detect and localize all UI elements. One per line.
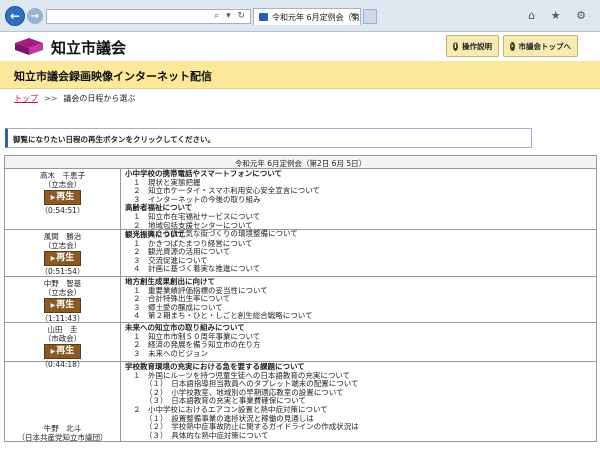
topics-cell: 未来への知立市の取り組みについて １ 知立市市制５０周年事業について ２ 経済の発展… — [121, 323, 596, 361]
topic-item: （３） 具体的な熱中症対策について — [145, 430, 269, 440]
play-button[interactable]: ▶再生 — [44, 344, 81, 359]
schedule-row: 風間 勝治 （立志会） ▶再生 （0:51:54） 観光振興について １ かきつばたまつり… — [4, 230, 597, 277]
breadcrumb-current: 議会の日程から選ぶ — [63, 94, 136, 103]
topics-cell: 小中学校の携帯電話やスマートフォンについて １ 現状と実態把握 ２ 知立市ケータイ・… — [121, 169, 596, 237]
schedule-row: 高木 千恵子 （立志会） ▶再生 （0:54:51） 小中学校の携帯電話やスマートフォン… — [4, 169, 597, 238]
speaker-cell: 山田 圭（市政会） ▶再生 （0:44:18） — [5, 323, 121, 369]
play-triangle-icon: ▶ — [50, 348, 56, 355]
play-button-label: 再生 — [56, 253, 75, 263]
breadcrumb-top-link[interactable]: トップ — [14, 94, 38, 103]
browser-tab[interactable]: 令和元年 6月定例会（第2... × — [253, 8, 361, 25]
page-banner: 知立市議会録画映像インターネット配信 — [0, 61, 600, 89]
speaker-name: 高木 千恵子 — [40, 171, 85, 180]
back-arrow-icon[interactable]: ← — [5, 6, 25, 26]
play-button-label: 再生 — [56, 300, 75, 310]
schedule-table: 令和元年 6月定例会（第2日 6月 5日） 高木 千恵子 （立志会） ▶再生 （0:5… — [4, 155, 597, 442]
info-icon: i — [453, 41, 458, 51]
page-title: 知立市議会録画映像インターネット配信 — [14, 70, 212, 83]
play-button[interactable]: ▶再生 — [44, 298, 81, 313]
address-bar[interactable]: ⌕ ▾ ↻ — [46, 9, 251, 24]
council-top-label: 市議会トップへ — [518, 41, 572, 51]
speaker-party: （立志会） — [43, 288, 82, 297]
topic-item: ３ 未来へのビジョン — [133, 348, 208, 358]
tab-close-icon[interactable]: × — [349, 11, 357, 21]
site-title[interactable]: 知立市議会 — [51, 37, 126, 58]
tab-title: 令和元年 6月定例会（第2... — [272, 13, 360, 22]
speaker-name: 山田 圭 — [47, 325, 78, 334]
speaker-party: （日本共産党知立市議団） — [17, 433, 108, 442]
instruction-text: 御覧になりたい日程の再生ボタンをクリックしてください。 — [13, 135, 216, 144]
tab-favicon-icon — [259, 13, 268, 21]
speaker-duration: （0:51:54） — [40, 267, 85, 276]
play-button-label: 再生 — [56, 192, 75, 202]
play-button[interactable]: ▶再生 — [44, 190, 81, 205]
play-button-label: 再生 — [56, 346, 75, 356]
forward-arrow-icon[interactable]: → — [27, 8, 43, 24]
speaker-cell: 牛野 北斗 （日本共産党知立市議団） — [5, 362, 121, 442]
browser-tool-icons[interactable]: ⌂ ★ ⚙ — [528, 9, 592, 22]
address-bar-icons[interactable]: ⌕ ▾ ↻ — [214, 11, 247, 21]
help-button-label: 操作説明 — [462, 41, 492, 51]
speaker-duration: （1:11:43） — [40, 314, 85, 323]
help-button[interactable]: i 操作説明 — [446, 35, 499, 57]
topics-cell: 観光振興について １ かきつばたまつり経営について ２ 観光資源の活用について ３ 交… — [121, 230, 596, 276]
speaker-cell: 中野 智基 （立志会） ▶再生 （1:11:43） — [5, 277, 121, 323]
browser-toolbar: ← → ⌕ ▾ ↻ 令和元年 6月定例会（第2... × ⌂ ★ ⚙ — [0, 0, 600, 32]
topics-cell: 学校教育環境の充実における急を要する課題について １ 外国にルーツを持つ児童生徒へ… — [121, 362, 596, 441]
speaker-cell: 風間 勝治 （立志会） ▶再生 （0:51:54） — [5, 230, 121, 276]
schedule-row: 中野 智基 （立志会） ▶再生 （1:11:43） 地方創生成果創出に向けて １ 重要業績… — [4, 277, 597, 323]
breadcrumb: トップ >> 議会の日程から選ぶ — [14, 93, 135, 104]
schedule-rows: 高木 千恵子 （立志会） ▶再生 （0:54:51） 小中学校の携帯電話やスマートフォン… — [4, 169, 597, 442]
speaker-party: （立志会） — [43, 180, 82, 189]
new-tab-button[interactable] — [363, 9, 377, 24]
topics-cell: 地方創生成果創出に向けて １ 重要業績評価指標の妥当性について ２ 合計特殊出生率に… — [121, 277, 596, 322]
schedule-row: 牛野 北斗 （日本共産党知立市議団） 学校教育環境の充実における急を要する課題につい… — [4, 362, 597, 442]
speaker-cell: 高木 千恵子 （立志会） ▶再生 （0:54:51） — [5, 169, 121, 229]
breadcrumb-separator: >> — [44, 94, 58, 103]
topic-item: ３ インターネットの今後の取り組み — [133, 194, 261, 204]
play-triangle-icon: ▶ — [50, 255, 56, 262]
speaker-name: 牛野 北斗 — [43, 424, 82, 433]
site-header: 知立市議会 i 操作説明 › 市議会トップへ — [0, 32, 600, 59]
topic-item: ４ 計画に基づく着実な推進について — [133, 264, 261, 274]
speaker-name: 風間 勝治 — [43, 232, 82, 241]
speaker-party: （市政会） — [43, 334, 82, 343]
speaker-duration: （0:54:51） — [40, 206, 85, 215]
schedule-row: 山田 圭（市政会） ▶再生 （0:44:18） 未来への知立市の取り組みについて １ 知… — [4, 323, 597, 369]
session-heading: 令和元年 6月定例会（第2日 6月 5日） — [4, 155, 597, 169]
council-top-button[interactable]: › 市議会トップへ — [503, 35, 578, 57]
arrow-icon: › — [510, 41, 515, 51]
instruction-box: 御覧になりたい日程の再生ボタンをクリックしてください。 — [5, 128, 532, 148]
speaker-name: 中野 智基 — [43, 279, 82, 288]
play-triangle-icon: ▶ — [50, 302, 56, 309]
play-button[interactable]: ▶再生 — [44, 251, 81, 266]
play-triangle-icon: ▶ — [50, 194, 56, 201]
speaker-party: （立志会） — [43, 241, 82, 250]
topic-item: ４ 第２期まち・ひと・しごと創生総合戦略について — [133, 311, 313, 321]
logo-icon — [15, 38, 43, 55]
